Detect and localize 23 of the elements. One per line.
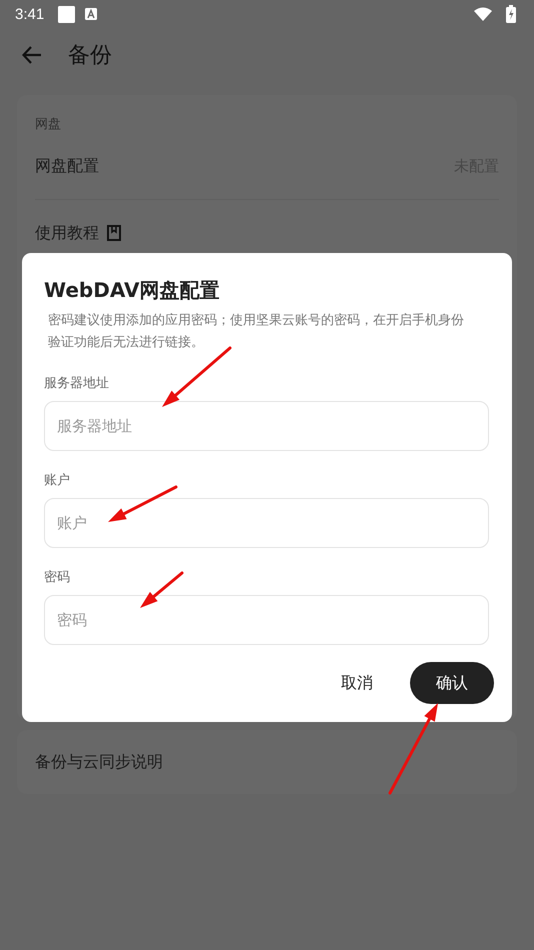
annotation-arrow [162, 346, 232, 407]
cancel-button[interactable]: 取消 [339, 664, 375, 702]
field-label: 账户 [44, 472, 71, 489]
annotation-arrow [140, 572, 184, 608]
field-label: 密码 [44, 569, 71, 586]
annotation-arrow [108, 486, 178, 522]
section-header: 网盘 [35, 116, 61, 133]
status-time: 3:41 [15, 6, 44, 22]
back-arrow-icon[interactable] [22, 46, 42, 64]
dialog-title: WebDAV网盘配置 [44, 277, 220, 304]
notification-icon [85, 8, 98, 20]
book-icon [107, 225, 121, 241]
settings-item[interactable]: 使用教程 [35, 222, 99, 244]
dialog-message: 密码建议使用添加的应用密码；使用坚果云账号的密码，在开启手机身份验证功能后无法进行链接。 [48, 312, 465, 352]
input-field[interactable]: 账户 [44, 498, 489, 548]
input-field[interactable]: 服务器地址 [44, 401, 489, 451]
wifi-icon [474, 7, 492, 21]
page-title: 备份 [68, 42, 112, 70]
field-label: 服务器地址 [44, 375, 110, 392]
confirm-button[interactable]: 确认 [410, 662, 494, 704]
notification-icon [58, 6, 76, 22]
input-field[interactable]: 密码 [44, 595, 489, 645]
battery-icon [506, 5, 516, 23]
